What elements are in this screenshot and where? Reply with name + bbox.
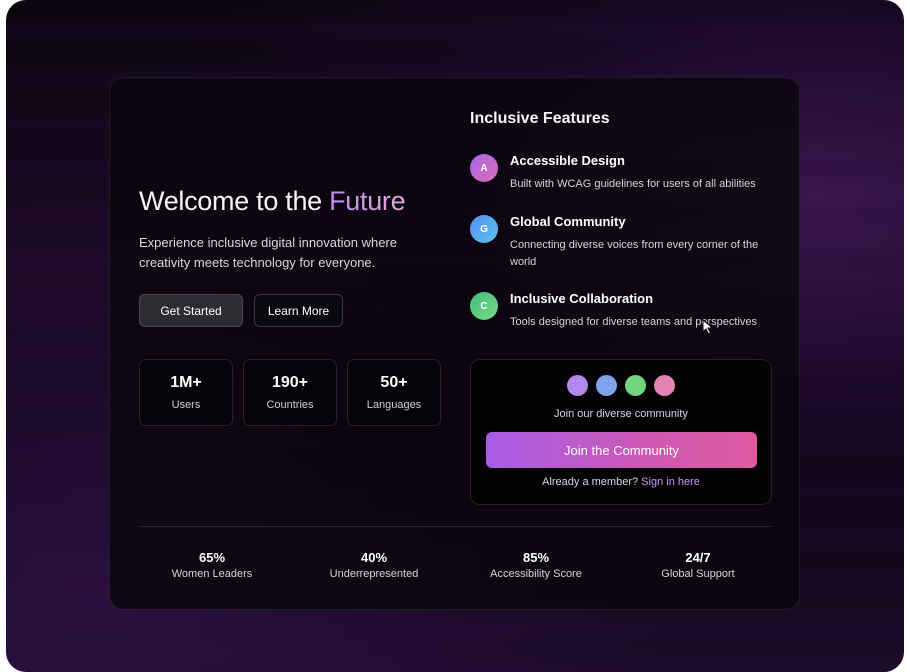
- stat-label: Countries: [266, 399, 314, 411]
- feature-title: Global Community: [510, 214, 626, 229]
- avatar: [625, 375, 646, 396]
- bottom-stat-label: Women Leaders: [171, 568, 253, 580]
- community-panel: Join our diverse community Join the Comm…: [470, 359, 772, 505]
- mouse-cursor-icon: [702, 319, 714, 335]
- feature-description: Connecting diverse voices from every cor…: [510, 239, 759, 268]
- features-title: Inclusive Features: [470, 110, 610, 127]
- stat-value: 50+: [380, 374, 408, 391]
- learn-more-button[interactable]: Learn More: [254, 294, 343, 327]
- member-line: Already a member? Sign in here: [471, 476, 771, 488]
- feature-badge-icon: G: [470, 215, 498, 243]
- feature-title: Accessible Design: [510, 153, 625, 168]
- bottom-stat-global-support: 24/7 Global Support: [623, 550, 773, 580]
- stat-label: Languages: [366, 399, 422, 411]
- avatar: [654, 375, 675, 396]
- member-prefix: Already a member?: [542, 476, 639, 488]
- bottom-stat-value: 40%: [360, 550, 388, 565]
- stat-card-users: 1M+ Users: [139, 359, 233, 426]
- bottom-stat-value: 24/7: [685, 550, 711, 565]
- bottom-stat-underrepresented: 40% Underrepresented: [299, 550, 449, 580]
- community-caption: Join our diverse community: [554, 408, 688, 420]
- feature-badge-icon: C: [470, 292, 498, 320]
- hero-title-prefix: Welcome to the: [139, 186, 330, 216]
- community-avatars: [567, 375, 675, 396]
- stat-card-countries: 190+ Countries: [243, 359, 337, 426]
- bottom-stat-accessibility-score: 85% Accessibility Score: [461, 550, 611, 580]
- bottom-stat-label: Underrepresented: [329, 568, 419, 580]
- get-started-button[interactable]: Get Started: [139, 294, 243, 327]
- feature-description: Tools designed for diverse teams and per…: [510, 316, 758, 328]
- main-card: Welcome to the Future Experience inclusi…: [109, 77, 800, 610]
- avatar: [596, 375, 617, 396]
- avatar: [567, 375, 588, 396]
- stat-value: 190+: [271, 374, 309, 391]
- feature-title: Inclusive Collaboration: [510, 291, 654, 306]
- feature-description: Built with WCAG guidelines for users of …: [510, 178, 756, 190]
- stat-label: Users: [171, 399, 201, 411]
- hero-title: Welcome to the Future: [139, 186, 406, 217]
- stat-card-languages: 50+ Languages: [347, 359, 441, 426]
- bottom-stat-label: Global Support: [661, 568, 735, 580]
- bottom-stat-label: Accessibility Score: [490, 568, 582, 580]
- sign-in-link[interactable]: Sign in here: [641, 476, 700, 488]
- hero-title-accent: Future: [329, 186, 406, 216]
- divider: [139, 526, 772, 527]
- feature-badge-icon: A: [470, 154, 498, 182]
- stat-value: 1M+: [170, 374, 202, 391]
- page-background: Welcome to the Future Experience inclusi…: [6, 0, 904, 672]
- hero-description: Experience inclusive digital innovation …: [139, 235, 397, 270]
- bottom-stat-women-leaders: 65% Women Leaders: [137, 550, 287, 580]
- bottom-stat-value: 85%: [522, 550, 550, 565]
- bottom-stat-value: 65%: [198, 550, 226, 565]
- join-community-button[interactable]: Join the Community: [486, 432, 757, 468]
